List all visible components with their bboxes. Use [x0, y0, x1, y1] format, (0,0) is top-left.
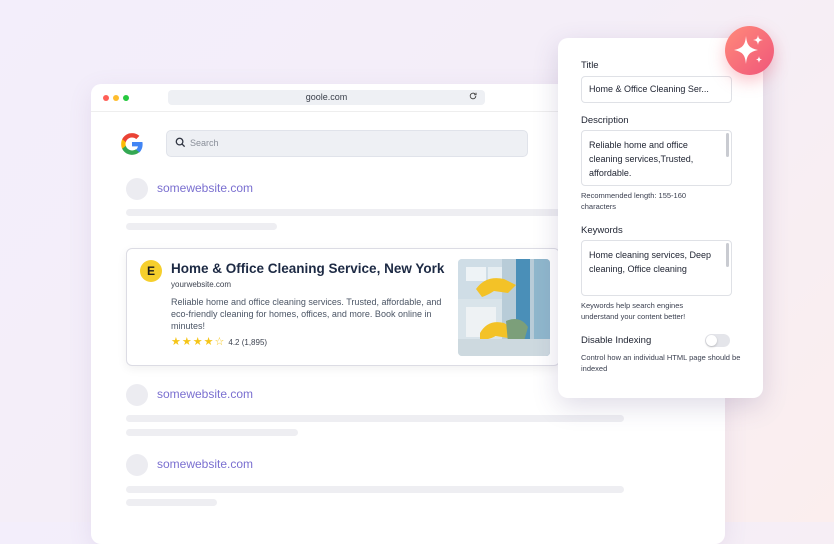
featured-url[interactable]: yourwebsite.com: [171, 280, 231, 289]
star-icon: ★: [203, 336, 214, 348]
placeholder-line: [126, 209, 561, 216]
placeholder-line: [126, 415, 624, 422]
site-badge: E: [140, 260, 162, 282]
star-outline-icon: ☆: [214, 336, 225, 348]
keywords-help: Keywords help search engines understand …: [581, 301, 686, 321]
placeholder-line: [126, 486, 624, 493]
result-favicon: [126, 178, 148, 200]
result-link[interactable]: somewebsite.com: [157, 387, 253, 401]
result-favicon: [126, 384, 148, 406]
address-bar[interactable]: goole.com: [168, 90, 485, 105]
google-logo: [121, 133, 143, 155]
rating: ★ ★ ★ ★ ☆ 4.2 (1,895): [171, 336, 268, 348]
search-icon: [175, 137, 186, 148]
result-favicon: [126, 454, 148, 476]
minimize-dot[interactable]: [113, 95, 119, 101]
title-field[interactable]: Home & Office Cleaning Ser...: [581, 76, 732, 103]
maximize-dot[interactable]: [123, 95, 129, 101]
description-scrollbar[interactable]: [726, 133, 729, 157]
title-value: Home & Office Cleaning Ser...: [589, 84, 709, 94]
keywords-scrollbar[interactable]: [726, 243, 729, 267]
reload-icon[interactable]: [469, 90, 477, 105]
toggle-knob: [706, 335, 717, 346]
rating-text: 4.2 (1,895): [228, 337, 268, 347]
cleaning-photo: [458, 259, 550, 356]
indexing-label: Disable Indexing: [581, 335, 652, 346]
featured-result-card[interactable]: E Home & Office Cleaning Service, New Yo…: [126, 248, 560, 366]
star-icon: ★: [171, 336, 181, 348]
keywords-value: Home cleaning services, Deep cleaning, O…: [589, 250, 712, 274]
star-icon: ★: [181, 336, 192, 348]
placeholder-line: [126, 429, 298, 436]
keywords-field[interactable]: Home cleaning services, Deep cleaning, O…: [581, 240, 732, 296]
result-link[interactable]: somewebsite.com: [157, 457, 253, 471]
seo-settings-panel: Title Home & Office Cleaning Ser... Desc…: [558, 38, 763, 398]
close-dot[interactable]: [103, 95, 109, 101]
featured-title[interactable]: Home & Office Cleaning Service, New York: [171, 261, 444, 276]
indexing-help: Control how an individual HTML page shou…: [581, 353, 741, 373]
description-value: Reliable home and office cleaning servic…: [589, 140, 694, 178]
keywords-label: Keywords: [581, 225, 623, 236]
search-placeholder: Search: [190, 138, 219, 148]
sparkle-icon[interactable]: [725, 26, 774, 75]
result-link[interactable]: somewebsite.com: [157, 181, 253, 195]
star-icon: ★: [192, 336, 203, 348]
description-label: Description: [581, 115, 629, 126]
description-help: Recommended length: 155-160 characters: [581, 191, 687, 211]
indexing-toggle[interactable]: [705, 334, 730, 347]
search-input[interactable]: Search: [166, 130, 528, 157]
placeholder-line: [126, 499, 217, 506]
featured-description: Reliable home and office cleaning servic…: [171, 297, 442, 331]
address-text: goole.com: [305, 92, 348, 102]
description-field[interactable]: Reliable home and office cleaning servic…: [581, 130, 732, 186]
placeholder-line: [126, 223, 277, 230]
title-label: Title: [581, 60, 599, 71]
